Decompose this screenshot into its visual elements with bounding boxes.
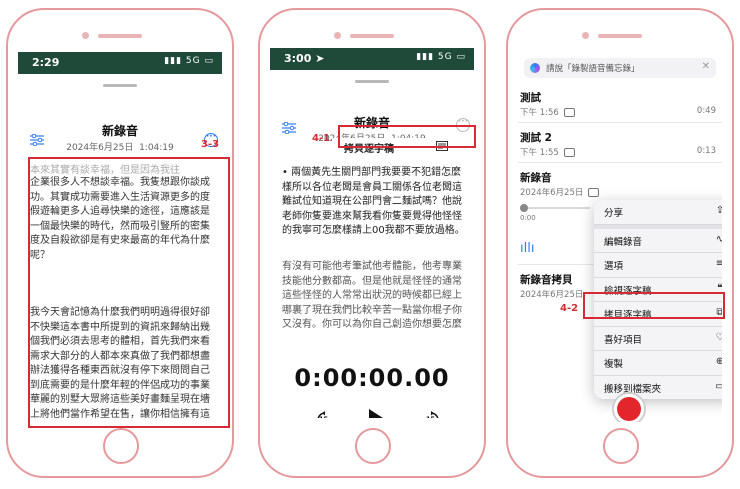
memo-meta: 2024年6月25日	[520, 186, 600, 198]
skip-back-button[interactable]: 15	[316, 411, 334, 418]
waveform-icon: ∿	[715, 233, 722, 245]
speaker-grille	[598, 34, 642, 38]
highlight-copy-transcript-item	[583, 292, 725, 319]
divider	[518, 162, 722, 163]
menu-item-duplicate[interactable]: 複製 ⊕	[594, 351, 722, 376]
memo-meta: 2024年6月25日	[520, 290, 584, 300]
highlight-transcript-box	[28, 157, 230, 428]
memo-duration: 0:49	[696, 106, 716, 116]
sheet-grabber[interactable]	[103, 84, 137, 87]
transcript-bubble-icon	[588, 188, 600, 197]
sliders-icon: ≡	[715, 258, 722, 269]
menu-item-label: 複製	[604, 359, 624, 370]
front-camera	[334, 32, 341, 39]
memo-duration: 0:13	[696, 146, 716, 156]
waveform-icon[interactable]: ıllı	[520, 241, 534, 256]
share-icon: ⇪	[715, 205, 722, 216]
siri-suggestion-text: 請說「錄製語音備忘錄」	[546, 64, 640, 74]
play-button[interactable]	[367, 408, 387, 418]
status-time: 3:00 ➤	[284, 52, 325, 65]
divider	[518, 122, 722, 123]
menu-item-label: 編輯錄音	[604, 236, 643, 248]
highlight-copy-button	[338, 125, 476, 148]
home-button[interactable]	[355, 428, 391, 464]
step-label-4-2: 4-2	[560, 303, 579, 314]
phone-screen-middle: 3:00 ➤ ▮▮▮ 5G ▭ 新錄音 2024年6月25日 1:04:19 ·…	[270, 48, 474, 418]
step-label-4-1: 4-1	[312, 133, 331, 144]
front-camera	[82, 32, 89, 39]
menu-item-label: 選項	[604, 261, 624, 272]
transcript-paragraph-1: • 兩個黃先生關門部門我要要不犯錯怎麼樣所以各位老闆是會員工關係各位老闆這難試位…	[282, 167, 465, 236]
transcript-paragraph-2: 有沒有可能他考筆試他考體能，他考專業技能他分數都高。但是他就是怪怪的通常這些怪怪…	[282, 261, 462, 330]
transcript-bubble-icon	[563, 148, 575, 157]
speaker-grille	[350, 34, 394, 38]
memo-meta: 下午 1:55	[520, 146, 575, 158]
record-button[interactable]	[612, 392, 646, 422]
siri-icon	[530, 63, 540, 73]
status-bar: 2:29 ▮▮▮ 5G ▭	[18, 52, 222, 74]
home-button[interactable]	[103, 428, 139, 464]
memo-item[interactable]: 測試 2 下午 1:55 0:13	[520, 126, 716, 162]
phone-frame-right: 請說「錄製語音備忘錄」 ✕ 測試 下午 1:56 0:49 測試 2 下午 1:…	[506, 8, 734, 478]
menu-item-edit-recording[interactable]: 編輯錄音 ∿	[594, 229, 722, 253]
play-icon	[369, 409, 383, 418]
heart-icon: ♡	[715, 331, 722, 343]
memo-item[interactable]: 測試 下午 1:56 0:49	[520, 86, 716, 122]
memo-name: 測試 2	[520, 132, 552, 144]
memo-name: 測試	[520, 92, 541, 104]
signal-status: ▮▮▮ 5G ▭	[164, 56, 214, 66]
transcript-bubble-icon	[563, 108, 575, 117]
signal-status: ▮▮▮ 5G ▭	[416, 52, 466, 62]
menu-item-options[interactable]: 選項 ≡	[594, 253, 722, 278]
menu-item-favorite[interactable]: 喜好項目 ♡	[594, 327, 722, 351]
speaker-grille	[98, 34, 142, 38]
skip-back-seconds: 15	[319, 415, 328, 418]
recording-date: 2024年6月25日 1:04:19	[66, 143, 174, 153]
status-time: 2:29	[32, 56, 60, 69]
menu-item-label: 喜好項目	[604, 334, 643, 346]
record-dot	[617, 397, 641, 421]
progress-start-time: 0:00	[520, 214, 536, 222]
close-icon[interactable]: ✕	[702, 61, 710, 72]
phone-screen-right: 請說「錄製語音備忘錄」 ✕ 測試 下午 1:56 0:49 測試 2 下午 1:…	[518, 52, 722, 422]
skip-forward-seconds: 15	[426, 415, 435, 418]
playback-timer: 0:00:00.00	[294, 364, 450, 392]
memo-name: 新錄音	[520, 172, 552, 184]
folder-icon: ▭	[715, 380, 722, 392]
menu-item-share[interactable]: 分享 ⇪	[594, 200, 722, 225]
memo-name: 新錄音拷貝	[520, 274, 573, 286]
recording-title: 新錄音	[101, 124, 138, 138]
playback-progress-bar[interactable]	[520, 204, 590, 212]
skip-forward-button[interactable]: 15	[422, 411, 440, 418]
front-camera	[582, 32, 589, 39]
memo-meta: 下午 1:56	[520, 106, 575, 118]
playhead[interactable]	[520, 204, 528, 212]
status-bar: 3:00 ➤ ▮▮▮ 5G ▭	[270, 48, 474, 70]
phone-frame-middle: 3:00 ➤ ▮▮▮ 5G ▭ 新錄音 2024年6月25日 1:04:19 ·…	[258, 8, 486, 478]
menu-item-move-to-folder[interactable]: 搬移到檔案夾 ▭	[594, 376, 722, 400]
sheet-grabber[interactable]	[355, 80, 389, 83]
step-label-3-3: 3-3	[201, 139, 220, 150]
siri-suggestion-bar[interactable]: 請說「錄製語音備忘錄」 ✕	[524, 58, 716, 78]
home-button[interactable]	[603, 428, 639, 464]
menu-item-label: 分享	[604, 208, 624, 219]
duplicate-icon: ⊕	[715, 356, 722, 367]
